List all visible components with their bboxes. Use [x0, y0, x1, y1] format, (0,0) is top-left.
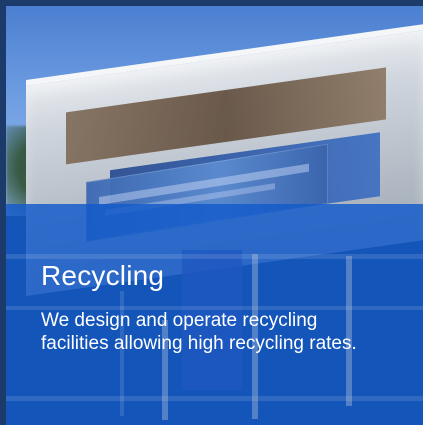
railing-top — [6, 254, 423, 259]
card-description: We design and operate recycling faciliti… — [41, 310, 357, 354]
card-title: Recycling — [41, 260, 165, 291]
card-inner: Recycling We design and operate recyclin… — [6, 6, 423, 425]
recycling-card: Recycling We design and operate recyclin… — [0, 0, 423, 425]
railing-bottom — [6, 396, 423, 401]
card-text: Recycling We design and operate recyclin… — [41, 261, 381, 355]
recycling-center-photo — [6, 6, 423, 425]
